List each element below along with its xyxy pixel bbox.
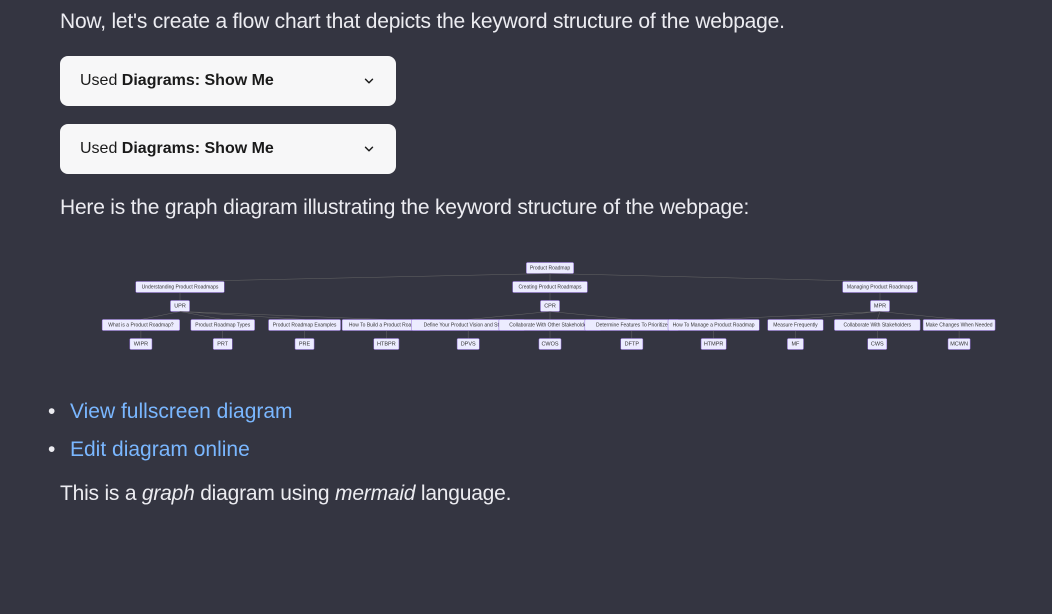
svg-text:Product Roadmap: Product Roadmap bbox=[530, 265, 571, 271]
svg-text:Understanding Product Roadmaps: Understanding Product Roadmaps bbox=[142, 284, 219, 290]
chevron-down-icon bbox=[362, 74, 376, 88]
svg-text:CWOS: CWOS bbox=[541, 341, 558, 347]
svg-text:MF: MF bbox=[791, 341, 800, 347]
accordion-label: Used Diagrams: Show Me bbox=[80, 140, 274, 158]
svg-text:How To Manage a Product Roadma: How To Manage a Product Roadmap bbox=[673, 322, 755, 328]
used-plugin-accordion-1[interactable]: Used Diagrams: Show Me bbox=[60, 56, 396, 106]
svg-text:HTBPR: HTBPR bbox=[377, 341, 396, 347]
result-text: Here is the graph diagram illustrating t… bbox=[60, 196, 992, 220]
svg-text:PRT: PRT bbox=[217, 341, 229, 347]
keyword-structure-diagram: Product Roadmap Understanding Product Roa… bbox=[60, 260, 1040, 360]
list-item: Edit diagram online bbox=[60, 438, 992, 462]
list-item: View fullscreen diagram bbox=[60, 400, 992, 424]
svg-text:Measure Frequently: Measure Frequently bbox=[773, 322, 818, 328]
svg-text:DPVS: DPVS bbox=[461, 341, 476, 347]
view-fullscreen-link[interactable]: View fullscreen diagram bbox=[70, 400, 293, 423]
svg-text:Creating Product Roadmaps: Creating Product Roadmaps bbox=[518, 284, 582, 290]
edit-diagram-link[interactable]: Edit diagram online bbox=[70, 438, 250, 461]
svg-text:Collaborate With Stakeholders: Collaborate With Stakeholders bbox=[843, 322, 911, 328]
svg-text:DFTP: DFTP bbox=[625, 341, 640, 347]
accordion-label: Used Diagrams: Show Me bbox=[80, 72, 274, 90]
intro-text: Now, let's create a flow chart that depi… bbox=[60, 10, 992, 34]
svg-text:UPR: UPR bbox=[174, 303, 186, 309]
svg-text:Collaborate With Other Stakeho: Collaborate With Other Stakeholders bbox=[509, 322, 591, 328]
svg-text:PRE: PRE bbox=[299, 341, 311, 347]
chevron-down-icon bbox=[362, 142, 376, 156]
svg-text:What is a Product Roadmap?: What is a Product Roadmap? bbox=[108, 322, 174, 328]
svg-text:WIPR: WIPR bbox=[134, 341, 148, 347]
svg-text:CPR: CPR bbox=[544, 303, 556, 309]
svg-text:Managing Product Roadmaps: Managing Product Roadmaps bbox=[847, 284, 914, 290]
svg-text:Product Roadmap Examples: Product Roadmap Examples bbox=[273, 322, 337, 328]
svg-text:Determine Features To Prioriti: Determine Features To Prioritize bbox=[596, 322, 668, 328]
diagram-container: Product Roadmap Understanding Product Roa… bbox=[60, 260, 1040, 360]
svg-text:MPR: MPR bbox=[874, 303, 886, 309]
diagram-type-text: This is a graph diagram using mermaid la… bbox=[60, 482, 992, 506]
svg-text:HTMPR: HTMPR bbox=[704, 341, 724, 347]
svg-text:Make Changes When Needed: Make Changes When Needed bbox=[926, 322, 993, 328]
svg-text:CWS: CWS bbox=[871, 341, 884, 347]
used-plugin-accordion-2[interactable]: Used Diagrams: Show Me bbox=[60, 124, 396, 174]
svg-text:MCWN: MCWN bbox=[950, 341, 968, 347]
svg-text:Product Roadmap Types: Product Roadmap Types bbox=[195, 322, 250, 328]
